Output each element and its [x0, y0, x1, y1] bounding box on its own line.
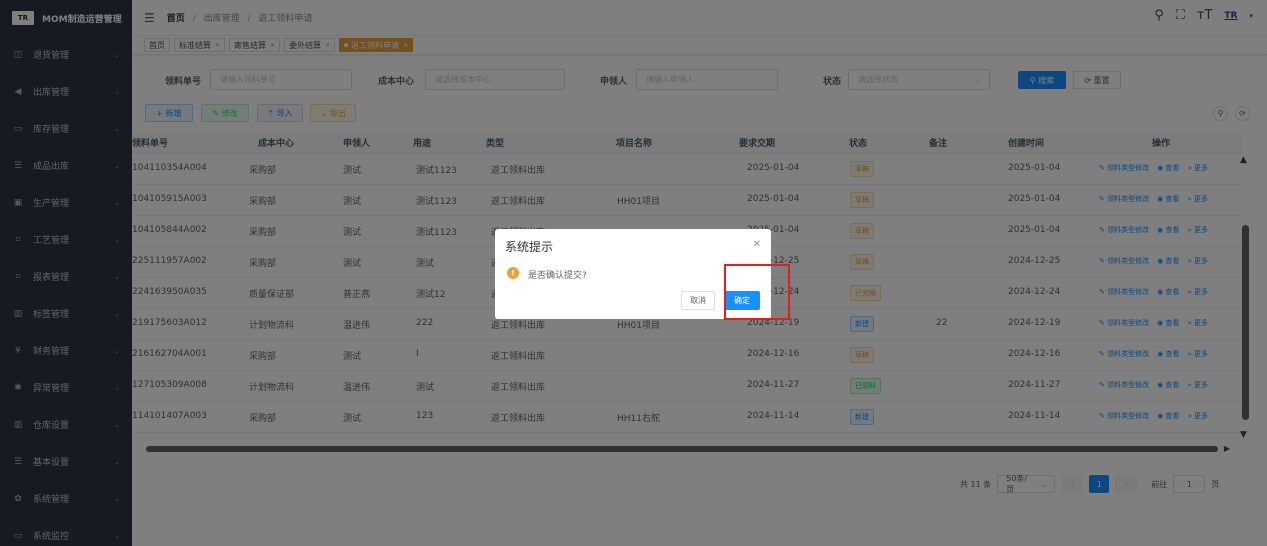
- dialog-title: 系统提示: [505, 240, 554, 254]
- warning-icon: !: [507, 267, 519, 279]
- highlight-box: [724, 264, 790, 320]
- close-icon[interactable]: ✕: [753, 239, 761, 250]
- dialog-message: 是否确认提交?: [528, 271, 587, 281]
- cancel-button[interactable]: 取消: [681, 291, 715, 310]
